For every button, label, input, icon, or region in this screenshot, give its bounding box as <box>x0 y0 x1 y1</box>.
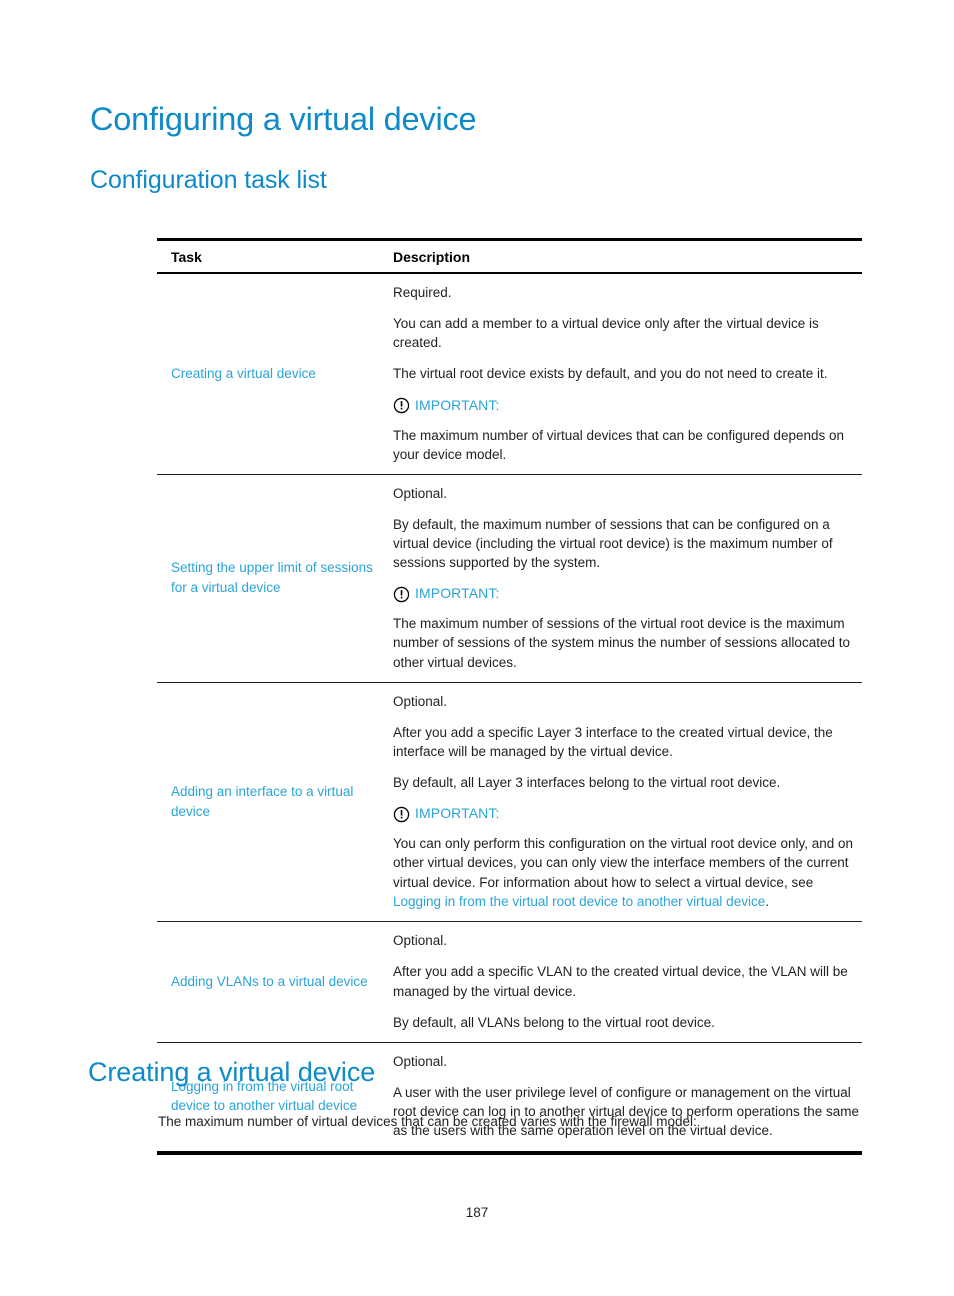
section-heading-creating-a-virtual-device: Creating a virtual device <box>88 1057 376 1087</box>
table-cell-task: Adding an interface to a virtual device <box>157 682 387 923</box>
page-number: 187 <box>465 1205 489 1220</box>
table-cell-description: Required. You can add a member to a virt… <box>387 273 862 475</box>
table-cell-description: Optional. After you add a specific VLAN … <box>387 921 862 1043</box>
table-cell-description: Optional. A user with the user privilege… <box>387 1042 862 1155</box>
description-paragraph: By default, all VLANs belong to the virt… <box>393 1014 715 1030</box>
description-paragraph: By default, the maximum number of sessio… <box>393 516 833 571</box>
important-callout: IMPORTANT: <box>393 584 862 604</box>
table-cell-task: Creating a virtual device <box>157 273 387 475</box>
table-cell-task: Setting the upper limit of sessions for … <box>157 474 387 683</box>
important-text: You can only perform this configuration … <box>393 834 862 911</box>
important-text-before: You can only perform this configuration … <box>393 836 854 890</box>
important-label: IMPORTANT: <box>415 585 500 602</box>
column-header-task: Task <box>157 238 387 274</box>
description-paragraph: Optional. <box>393 933 448 949</box>
table-cell-description: Optional. By default, the maximum number… <box>387 474 862 683</box>
table-row: Setting the upper limit of sessions for … <box>157 474 862 683</box>
description-paragraph: Optional. <box>393 693 448 709</box>
inline-link-logging-in-from-the-virtual-root-device[interactable]: Logging in from the virtual root device … <box>393 894 765 909</box>
column-header-description: Description <box>387 238 862 274</box>
exclamation-circle-icon <box>393 397 410 414</box>
section-heading-configuration-task-list: Configuration task list <box>90 166 327 194</box>
important-text-after: . <box>765 893 769 909</box>
task-link-creating-a-virtual-device[interactable]: Creating a virtual device <box>171 364 381 384</box>
exclamation-circle-icon <box>393 586 410 603</box>
description-paragraph: Required. <box>393 285 452 300</box>
important-callout: IMPORTANT: <box>393 804 862 824</box>
body-paragraph: The maximum number of virtual devices th… <box>158 1114 697 1129</box>
table-row: Creating a virtual device Required. You … <box>157 273 862 475</box>
exclamation-circle-icon <box>393 806 410 823</box>
task-link-adding-an-interface-to-a-virtual-device[interactable]: Adding an interface to a virtual device <box>171 782 381 821</box>
description-paragraph: You can add a member to a virtual device… <box>393 316 819 351</box>
table-header-row: Task Description <box>157 238 862 274</box>
important-text: The maximum number of virtual devices th… <box>393 427 844 462</box>
table-cell-task: Adding VLANs to a virtual device <box>157 921 387 1043</box>
table-cell-description: Optional. After you add a specific Layer… <box>387 682 862 923</box>
description-paragraph: After you add a specific VLAN to the cre… <box>393 964 848 999</box>
description-paragraph: Optional. <box>393 485 448 501</box>
description-paragraph: After you add a specific Layer 3 interfa… <box>393 724 833 760</box>
task-link-setting-the-upper-limit-of-sessions[interactable]: Setting the upper limit of sessions for … <box>171 558 381 597</box>
document-page: Configuring a virtual device Configurati… <box>0 0 954 1296</box>
description-paragraph: By default, all Layer 3 interfaces belon… <box>393 775 781 791</box>
important-label: IMPORTANT: <box>415 396 500 413</box>
page-title: Configuring a virtual device <box>90 101 477 137</box>
description-paragraph: Optional. <box>393 1053 448 1069</box>
table-row: Adding VLANs to a virtual device Optiona… <box>157 921 862 1043</box>
table-row: Adding an interface to a virtual device … <box>157 682 862 923</box>
important-callout: IMPORTANT: <box>393 396 862 416</box>
important-label: IMPORTANT: <box>415 805 500 822</box>
description-paragraph: The virtual root device exists by defaul… <box>393 366 828 382</box>
important-text: The maximum number of sessions of the vi… <box>393 616 850 670</box>
configuration-task-list-table: Task Description Creating a virtual devi… <box>157 238 862 1155</box>
task-link-adding-vlans-to-a-virtual-device[interactable]: Adding VLANs to a virtual device <box>171 972 381 992</box>
